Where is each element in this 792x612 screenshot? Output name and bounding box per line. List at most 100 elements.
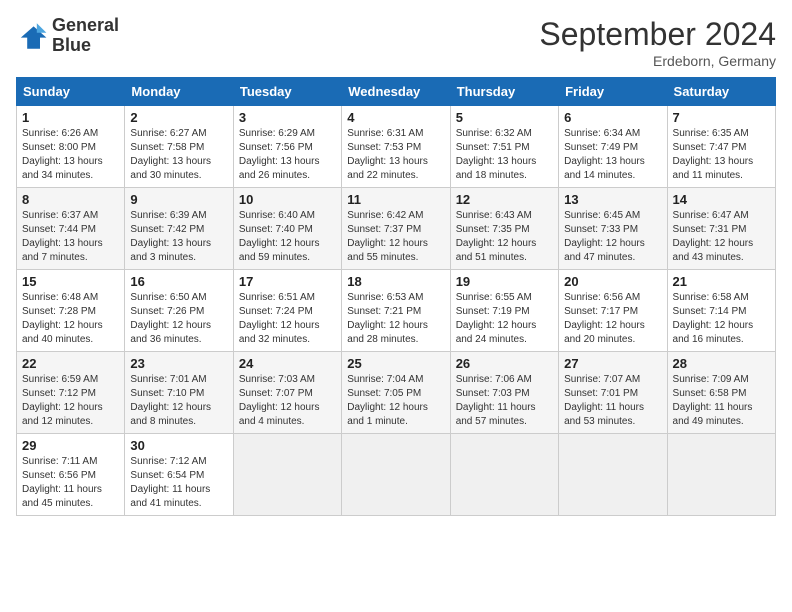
day-number: 24 [239, 356, 336, 371]
day-number: 3 [239, 110, 336, 125]
col-header-monday: Monday [125, 78, 233, 106]
day-number: 8 [22, 192, 119, 207]
day-cell: 23Sunrise: 7:01 AMSunset: 7:10 PMDayligh… [125, 352, 233, 434]
day-info: Sunrise: 7:06 AMSunset: 7:03 PMDaylight:… [456, 373, 553, 429]
day-info: Sunrise: 6:58 AMSunset: 7:14 PMDaylight:… [673, 291, 770, 347]
day-cell: 6 Sunrise: 6:34 AMSunset: 7:49 PMDaylight… [559, 106, 667, 188]
day-cell: 17 Sunrise: 6:51 AMSunset: 7:24 PMDayligh… [233, 270, 341, 352]
day-number: 16 [130, 274, 227, 289]
day-cell: 13Sunrise: 6:45 AMSunset: 7:33 PMDayligh… [559, 188, 667, 270]
day-cell: 19 Sunrise: 6:55 AMSunset: 7:19 PMDayligh… [450, 270, 558, 352]
day-info: Sunrise: 6:50 AMSunset: 7:26 PMDaylight:… [130, 291, 227, 347]
day-cell: 21 Sunrise: 6:58 AMSunset: 7:14 PMDayligh… [667, 270, 775, 352]
day-number: 25 [347, 356, 444, 371]
day-cell: 7Sunrise: 6:35 AMSunset: 7:47 PMDaylight… [667, 106, 775, 188]
day-cell: 8 Sunrise: 6:37 AMSunset: 7:44 PMDaylight… [17, 188, 125, 270]
day-number: 26 [456, 356, 553, 371]
day-cell [667, 434, 775, 516]
day-number: 11 [347, 192, 444, 207]
day-cell: 24Sunrise: 7:03 AMSunset: 7:07 PMDayligh… [233, 352, 341, 434]
day-cell: 26 Sunrise: 7:06 AMSunset: 7:03 PMDayligh… [450, 352, 558, 434]
day-info: Sunrise: 6:48 AMSunset: 7:28 PMDaylight:… [22, 291, 119, 347]
day-cell [233, 434, 341, 516]
day-cell: 22Sunrise: 6:59 AMSunset: 7:12 PMDayligh… [17, 352, 125, 434]
day-number: 22 [22, 356, 119, 371]
day-number: 23 [130, 356, 227, 371]
day-cell: 20 Sunrise: 6:56 AMSunset: 7:17 PMDayligh… [559, 270, 667, 352]
day-cell: 9Sunrise: 6:39 AMSunset: 7:42 PMDaylight… [125, 188, 233, 270]
day-number: 15 [22, 274, 119, 289]
title-area: September 2024 Erdeborn, Germany [539, 16, 776, 69]
col-header-wednesday: Wednesday [342, 78, 450, 106]
day-info: Sunrise: 7:11 AMSunset: 6:56 PMDaylight:… [22, 455, 119, 511]
day-number: 2 [130, 110, 227, 125]
day-info: Sunrise: 6:51 AMSunset: 7:24 PMDaylight:… [239, 291, 336, 347]
day-cell: 28Sunrise: 7:09 AMSunset: 6:58 PMDayligh… [667, 352, 775, 434]
day-info: Sunrise: 6:34 AMSunset: 7:49 PMDaylight:… [564, 127, 661, 183]
day-number: 6 [564, 110, 661, 125]
day-info: Sunrise: 7:12 AMSunset: 6:54 PMDaylight:… [130, 455, 227, 511]
day-number: 18 [347, 274, 444, 289]
day-number: 29 [22, 438, 119, 453]
day-info: Sunrise: 6:55 AMSunset: 7:19 PMDaylight:… [456, 291, 553, 347]
day-info: Sunrise: 6:31 AMSunset: 7:53 PMDaylight:… [347, 127, 444, 183]
day-cell: 1 Sunrise: 6:26 AMSunset: 8:00 PMDaylight… [17, 106, 125, 188]
day-cell [342, 434, 450, 516]
day-cell: 29 Sunrise: 7:11 AMSunset: 6:56 PMDayligh… [17, 434, 125, 516]
day-number: 9 [130, 192, 227, 207]
month-title: September 2024 [539, 16, 776, 53]
day-number: 14 [673, 192, 770, 207]
header-row: SundayMondayTuesdayWednesdayThursdayFrid… [17, 78, 776, 106]
day-number: 5 [456, 110, 553, 125]
week-row-1: 1 Sunrise: 6:26 AMSunset: 8:00 PMDaylight… [17, 106, 776, 188]
day-number: 21 [673, 274, 770, 289]
day-cell: 27Sunrise: 7:07 AMSunset: 7:01 PMDayligh… [559, 352, 667, 434]
logo-icon [16, 20, 48, 52]
day-cell: 2Sunrise: 6:27 AMSunset: 7:58 PMDaylight… [125, 106, 233, 188]
col-header-sunday: Sunday [17, 78, 125, 106]
day-cell: 10 Sunrise: 6:40 AMSunset: 7:40 PMDayligh… [233, 188, 341, 270]
day-cell: 11Sunrise: 6:42 AMSunset: 7:37 PMDayligh… [342, 188, 450, 270]
day-number: 4 [347, 110, 444, 125]
col-header-thursday: Thursday [450, 78, 558, 106]
day-number: 17 [239, 274, 336, 289]
week-row-5: 29 Sunrise: 7:11 AMSunset: 6:56 PMDayligh… [17, 434, 776, 516]
day-info: Sunrise: 6:35 AMSunset: 7:47 PMDaylight:… [673, 127, 770, 183]
day-info: Sunrise: 6:37 AMSunset: 7:44 PMDaylight:… [22, 209, 119, 265]
col-header-saturday: Saturday [667, 78, 775, 106]
day-info: Sunrise: 6:40 AMSunset: 7:40 PMDaylight:… [239, 209, 336, 265]
week-row-3: 15 Sunrise: 6:48 AMSunset: 7:28 PMDayligh… [17, 270, 776, 352]
day-info: Sunrise: 6:26 AMSunset: 8:00 PMDaylight:… [22, 127, 119, 183]
day-number: 1 [22, 110, 119, 125]
day-cell: 30 Sunrise: 7:12 AMSunset: 6:54 PMDayligh… [125, 434, 233, 516]
day-info: Sunrise: 7:07 AMSunset: 7:01 PMDaylight:… [564, 373, 661, 429]
day-number: 12 [456, 192, 553, 207]
day-cell: 16 Sunrise: 6:50 AMSunset: 7:26 PMDayligh… [125, 270, 233, 352]
day-info: Sunrise: 6:45 AMSunset: 7:33 PMDaylight:… [564, 209, 661, 265]
day-info: Sunrise: 6:56 AMSunset: 7:17 PMDaylight:… [564, 291, 661, 347]
day-cell: 5 Sunrise: 6:32 AMSunset: 7:51 PMDaylight… [450, 106, 558, 188]
day-info: Sunrise: 6:43 AMSunset: 7:35 PMDaylight:… [456, 209, 553, 265]
day-number: 10 [239, 192, 336, 207]
day-cell: 15 Sunrise: 6:48 AMSunset: 7:28 PMDayligh… [17, 270, 125, 352]
day-cell: 3 Sunrise: 6:29 AMSunset: 7:56 PMDaylight… [233, 106, 341, 188]
col-header-tuesday: Tuesday [233, 78, 341, 106]
day-info: Sunrise: 6:32 AMSunset: 7:51 PMDaylight:… [456, 127, 553, 183]
day-cell: 12 Sunrise: 6:43 AMSunset: 7:35 PMDayligh… [450, 188, 558, 270]
day-number: 30 [130, 438, 227, 453]
day-info: Sunrise: 7:09 AMSunset: 6:58 PMDaylight:… [673, 373, 770, 429]
day-info: Sunrise: 6:53 AMSunset: 7:21 PMDaylight:… [347, 291, 444, 347]
logo: General Blue [16, 16, 119, 56]
day-info: Sunrise: 6:29 AMSunset: 7:56 PMDaylight:… [239, 127, 336, 183]
day-info: Sunrise: 6:47 AMSunset: 7:31 PMDaylight:… [673, 209, 770, 265]
week-row-2: 8 Sunrise: 6:37 AMSunset: 7:44 PMDaylight… [17, 188, 776, 270]
day-cell: 14 Sunrise: 6:47 AMSunset: 7:31 PMDayligh… [667, 188, 775, 270]
week-row-4: 22Sunrise: 6:59 AMSunset: 7:12 PMDayligh… [17, 352, 776, 434]
day-number: 20 [564, 274, 661, 289]
day-cell: 18 Sunrise: 6:53 AMSunset: 7:21 PMDayligh… [342, 270, 450, 352]
day-number: 19 [456, 274, 553, 289]
day-cell [450, 434, 558, 516]
col-header-friday: Friday [559, 78, 667, 106]
day-cell: 4 Sunrise: 6:31 AMSunset: 7:53 PMDaylight… [342, 106, 450, 188]
location-subtitle: Erdeborn, Germany [539, 53, 776, 69]
